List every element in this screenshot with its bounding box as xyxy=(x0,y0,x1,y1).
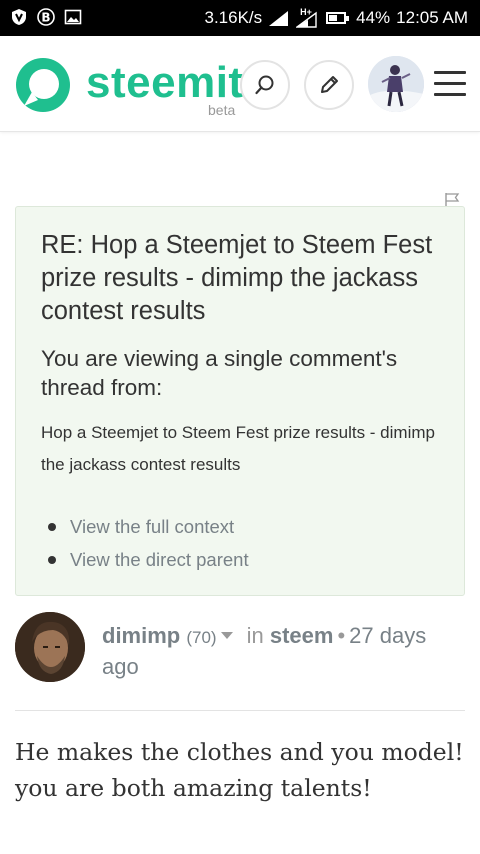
divider xyxy=(15,710,465,711)
steemit-logo-icon[interactable] xyxy=(14,56,72,114)
beta-label: beta xyxy=(208,102,236,118)
battery-icon xyxy=(326,12,350,24)
clock: 12:05 AM xyxy=(396,8,468,27)
parent-post-link[interactable]: Hop a Steemjet to Steem Fest prize resul… xyxy=(41,417,438,481)
comment-meta: dimimp (70) in steem • 27 days ago xyxy=(102,621,462,681)
author-name[interactable]: dimimp xyxy=(102,623,180,648)
view-full-context-link[interactable]: View the full context xyxy=(48,510,438,543)
thread-notice: You are viewing a single comment's threa… xyxy=(41,346,398,400)
network-speed: 3.16K/s xyxy=(204,8,263,27)
signal-icon-2 xyxy=(296,11,317,28)
search-icon xyxy=(255,75,274,95)
shield-v-icon xyxy=(12,9,26,25)
signal-icon xyxy=(269,11,289,26)
user-avatar[interactable] xyxy=(368,56,424,112)
bitcoin-icon: B xyxy=(37,8,55,26)
author-avatar-image xyxy=(15,612,85,682)
separator-dot: • xyxy=(337,623,346,648)
thread-context-card: RE: Hop a Steemjet to Steem Fest prize r… xyxy=(15,206,465,596)
view-direct-parent-link[interactable]: View the direct parent xyxy=(48,543,438,576)
image-icon xyxy=(64,9,82,25)
caret-down-icon[interactable] xyxy=(220,631,233,639)
search-button[interactable] xyxy=(240,60,290,110)
comment-body: He makes the clothes and you model! you … xyxy=(15,738,464,802)
author-avatar[interactable] xyxy=(15,612,85,682)
compose-button[interactable] xyxy=(304,60,354,110)
status-bar: B 3.16K/s H+ 44% 12:05 AM xyxy=(0,0,480,36)
pencil-icon xyxy=(321,76,338,93)
battery-percent: 44% xyxy=(356,8,391,27)
in-label: in xyxy=(246,623,264,648)
svg-text:B: B xyxy=(41,11,50,25)
brand-name[interactable]: steemit xyxy=(86,58,244,108)
comment-title: RE: Hop a Steemjet to Steem Fest prize r… xyxy=(41,231,433,325)
site-header: steemit beta xyxy=(0,36,480,132)
author-reputation: (70) xyxy=(186,628,217,647)
community-link[interactable]: steem xyxy=(270,623,334,648)
user-avatar-image xyxy=(368,56,424,112)
context-links: View the full context View the direct pa… xyxy=(41,510,438,576)
hamburger-menu-icon[interactable] xyxy=(432,69,468,99)
